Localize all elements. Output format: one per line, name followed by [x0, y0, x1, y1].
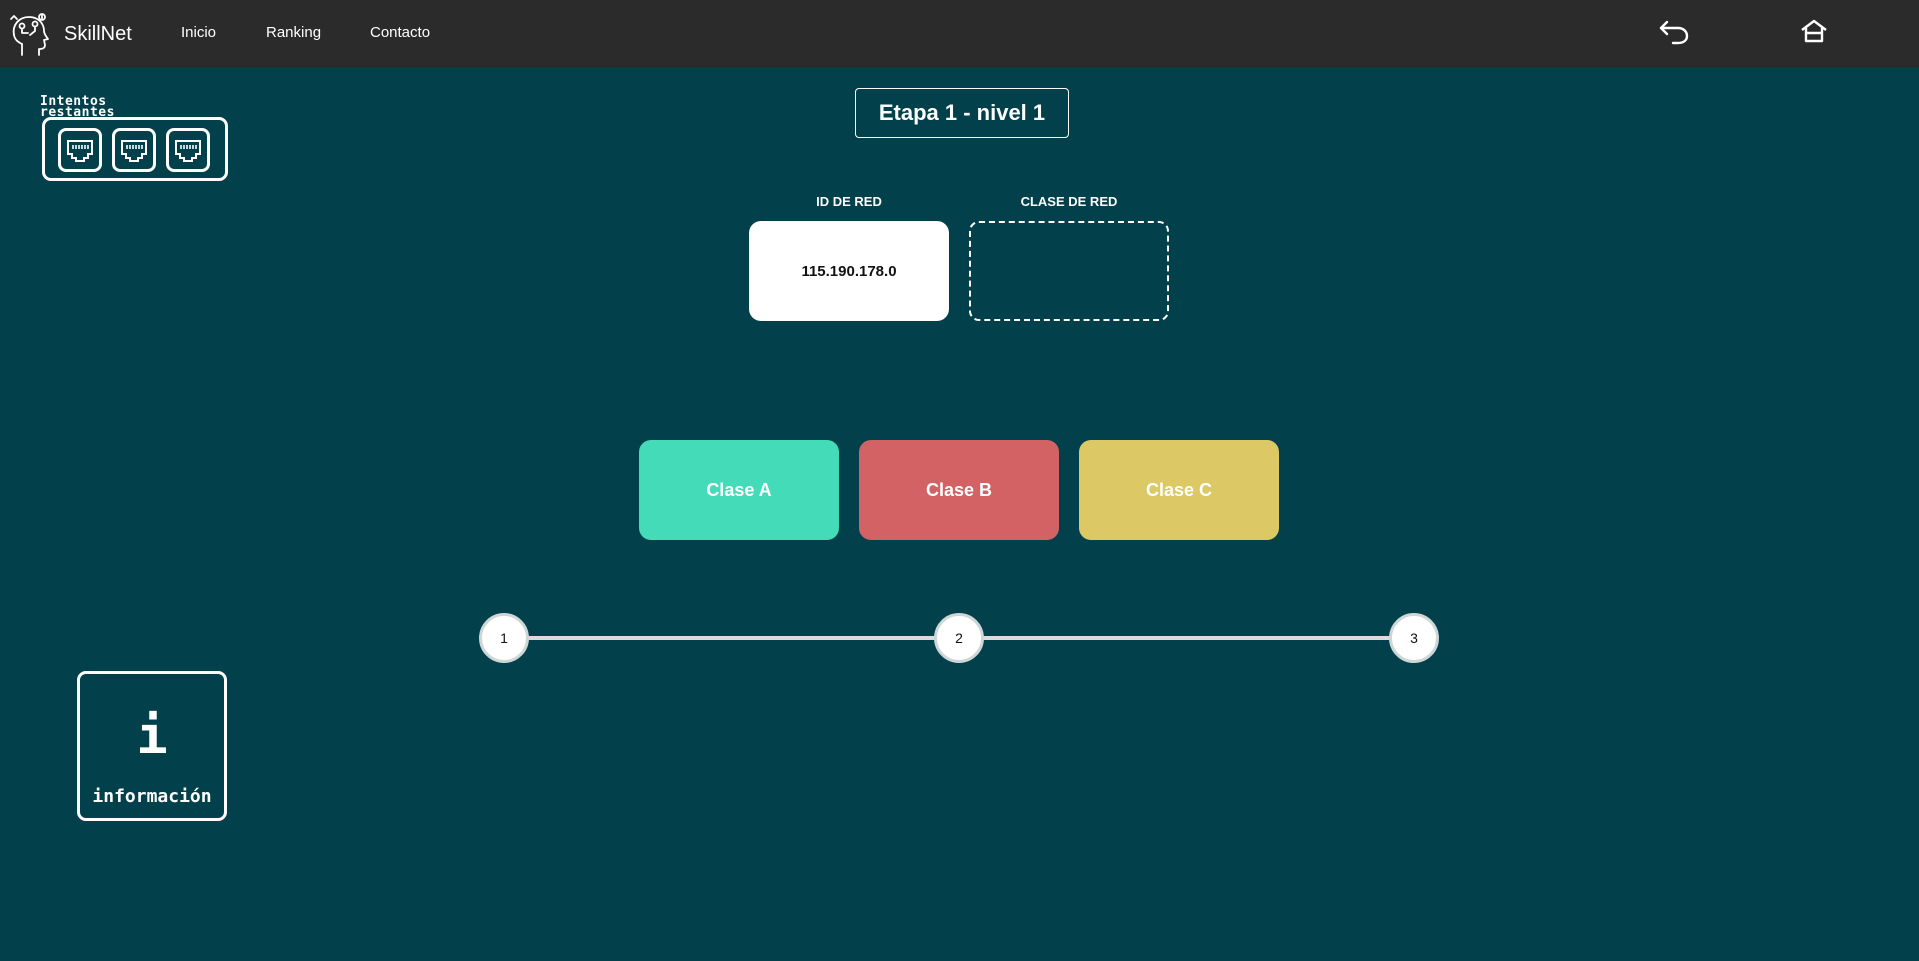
attempts-label: Intentos restantes	[40, 94, 115, 120]
info-icon: i	[136, 706, 168, 766]
attempt-life	[166, 128, 210, 172]
progress-step: 2	[934, 613, 984, 663]
ethernet-port-icon	[175, 140, 201, 162]
nav-link-ranking[interactable]: Ranking	[266, 24, 321, 41]
brand-home-link[interactable]: SkillNet	[8, 8, 132, 60]
network-class-label: CLASE DE RED	[1020, 194, 1118, 209]
progress-step: 1	[479, 613, 529, 663]
network-id-label: ID DE RED	[816, 194, 882, 209]
attempts-panel	[42, 117, 228, 181]
network-class-drop-zone[interactable]	[969, 221, 1169, 321]
info-button[interactable]: i información	[77, 671, 227, 821]
undo-arrow-icon	[1659, 20, 1689, 45]
nav-link-contacto[interactable]: Contacto	[370, 24, 430, 41]
back-button[interactable]	[1656, 14, 1692, 50]
progress-step: 3	[1389, 613, 1439, 663]
level-title: Etapa 1 - nivel 1	[855, 88, 1069, 138]
info-label: información	[92, 786, 212, 807]
option-clase-b[interactable]: Clase B	[859, 440, 1059, 540]
attempt-life	[58, 128, 102, 172]
home-button[interactable]	[1796, 14, 1832, 50]
brain-head-logo-icon	[10, 13, 49, 56]
ethernet-port-icon	[121, 140, 147, 162]
network-id-card: 115.190.178.0	[749, 221, 949, 321]
top-navbar: SkillNet Inicio Ranking Contacto	[0, 0, 1919, 68]
option-clase-a[interactable]: Clase A	[639, 440, 839, 540]
attempt-life	[112, 128, 156, 172]
ethernet-port-icon	[67, 140, 93, 162]
home-icon	[1801, 19, 1827, 43]
option-clase-c[interactable]: Clase C	[1079, 440, 1279, 540]
nav-link-inicio[interactable]: Inicio	[181, 24, 216, 41]
brand-name: SkillNet	[64, 22, 132, 45]
